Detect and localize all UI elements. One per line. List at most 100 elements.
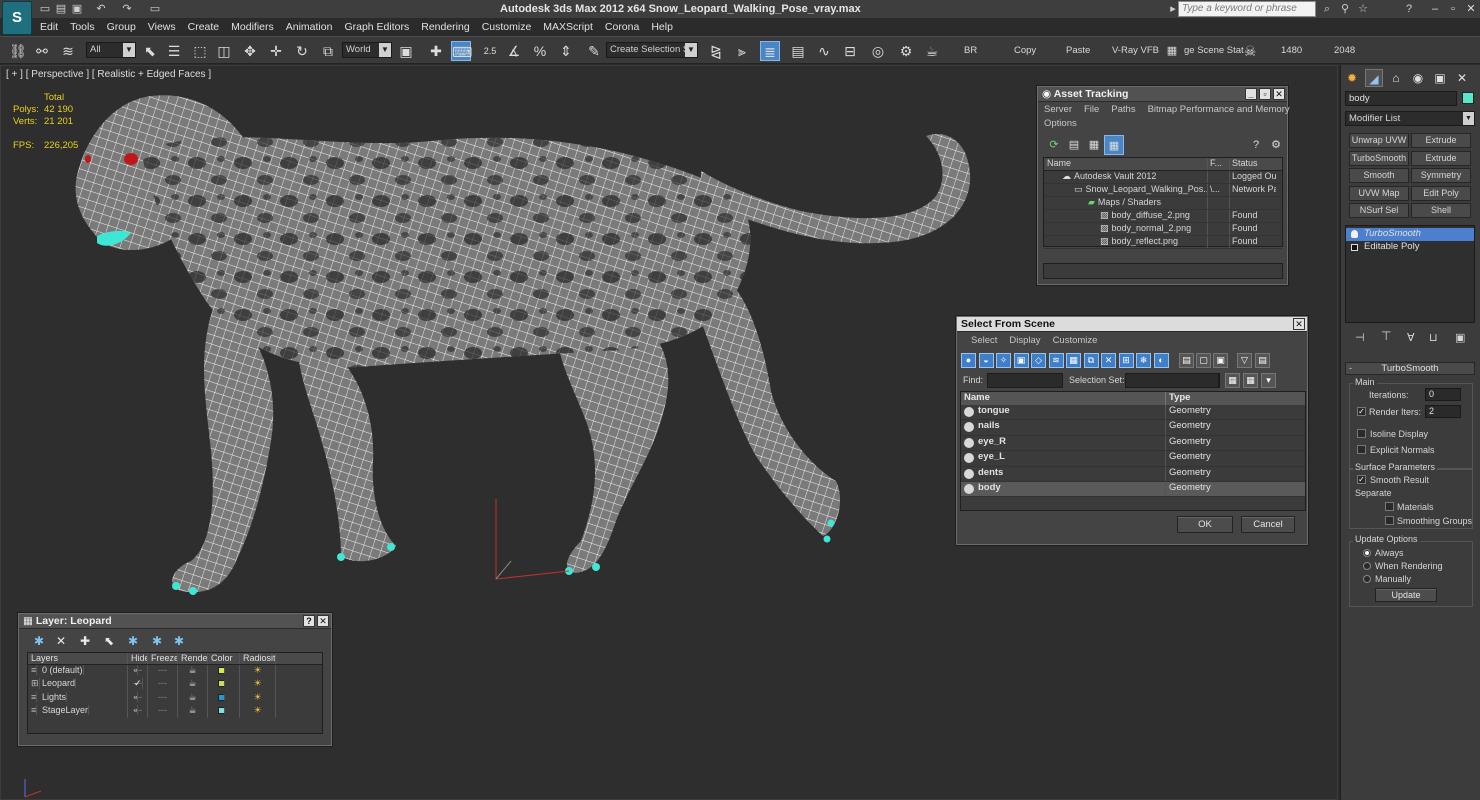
list-view-icon[interactable]: ▤: [1064, 135, 1084, 155]
app-logo[interactable]: S: [2, 1, 32, 35]
asset-row[interactable]: ▨ body_reflect.png Found: [1044, 236, 1282, 249]
bones-filter-icon[interactable]: ✕: [1101, 353, 1116, 368]
asset-row[interactable]: ▨ body_diffuse_2.png Found: [1044, 210, 1282, 223]
render-teapot-icon[interactable]: ☕: [178, 678, 208, 692]
close-icon[interactable]: ✕: [1464, 2, 1478, 16]
close-icon[interactable]: ✕: [1293, 318, 1305, 330]
menu-maxscript[interactable]: MAXScript: [537, 19, 599, 36]
current-layer-indicator[interactable]: ✓: [134, 678, 143, 690]
table-view-icon[interactable]: ▦: [1104, 135, 1124, 155]
col-hide[interactable]: Hide: [128, 653, 148, 664]
paste-button[interactable]: Paste: [1066, 45, 1090, 56]
explicit-normals-checkbox[interactable]: [1357, 445, 1366, 454]
hierarchy-tab-icon[interactable]: ⌂: [1387, 69, 1405, 87]
pivot-center-icon[interactable]: ▣: [396, 41, 416, 61]
modifier-button-nsurf-sel[interactable]: NSurf Sel: [1349, 203, 1409, 218]
select-by-name-icon[interactable]: ☰: [164, 41, 184, 61]
layer-row[interactable]: ≡ Lights ▫ --- --- ☕ ☀: [28, 691, 322, 705]
viewport-label[interactable]: [ + ] [ Perspective ] [ Realistic + Edge…: [6, 69, 211, 80]
modifier-list-dropdown[interactable]: Modifier List ▼: [1345, 111, 1475, 126]
filter-icon[interactable]: ▽: [1237, 353, 1252, 368]
render-setup-icon[interactable]: ⚙: [896, 41, 916, 61]
select-scale-icon[interactable]: ⧉: [318, 41, 338, 61]
scene-object-row[interactable]: eye_L Geometry: [961, 451, 1305, 467]
named-selection-set-dropdown[interactable]: Create Selection Se ▼: [606, 42, 698, 58]
at-menu-paths[interactable]: Paths: [1105, 104, 1141, 118]
containers-filter-icon[interactable]: ⊞: [1118, 353, 1134, 368]
isoline-display-checkbox[interactable]: [1357, 429, 1366, 438]
modifier-button-extrude[interactable]: Extrude: [1411, 133, 1471, 148]
render-width-button[interactable]: 1480: [1281, 45, 1302, 56]
at-menu-options[interactable]: Options: [1038, 118, 1083, 132]
open-file-icon[interactable]: ▤: [54, 2, 68, 16]
render-teapot-icon[interactable]: ☕: [178, 704, 208, 719]
select-move-arrows-icon[interactable]: ✛: [266, 41, 286, 61]
hidden-filter-icon[interactable]: ◐: [1153, 353, 1169, 368]
delete-layer-icon[interactable]: ✕: [53, 633, 69, 649]
stack-item-editable-poly[interactable]: Editable Poly: [1346, 241, 1474, 254]
close-icon[interactable]: ✕: [317, 615, 329, 627]
save-file-icon[interactable]: ▣: [70, 2, 84, 16]
select-from-scene-title-bar[interactable]: Select From Scene ✕: [957, 317, 1307, 332]
menu-graph-editors[interactable]: Graph Editors: [338, 19, 415, 36]
undo-icon[interactable]: ↶: [94, 2, 108, 16]
align-icon[interactable]: ⫸: [732, 41, 752, 61]
maximize-icon[interactable]: ▫: [1259, 88, 1271, 100]
current-layer-indicator[interactable]: ▫: [134, 691, 139, 702]
when-rendering-radio[interactable]: [1363, 562, 1371, 570]
radiosity-icon[interactable]: ☀: [240, 678, 276, 692]
select-from-scene-dialog[interactable]: Select From Scene ✕ Select Display Customi…: [956, 316, 1308, 545]
show-end-result-icon[interactable]: ⊤: [1381, 329, 1391, 343]
render-iters-checkbox[interactable]: ✓: [1357, 407, 1366, 416]
scene-object-row[interactable]: nails Geometry: [961, 420, 1305, 436]
modifier-button-smooth[interactable]: Smooth: [1349, 168, 1409, 183]
helpers-filter-icon[interactable]: ◇: [1031, 353, 1046, 368]
menu-customize[interactable]: Customize: [476, 19, 538, 36]
br-button[interactable]: BR: [964, 45, 977, 56]
radiosity-icon[interactable]: ☀: [240, 665, 276, 679]
manually-radio[interactable]: [1363, 575, 1371, 583]
select-move-icon[interactable]: ✥: [240, 41, 260, 61]
layer-color-cell[interactable]: [208, 704, 240, 719]
ok-button[interactable]: OK: [1177, 516, 1233, 533]
asset-tracking-title-bar[interactable]: ◉ Asset Tracking _ ▫ ✕: [1038, 87, 1287, 102]
col-freeze[interactable]: Freeze: [148, 653, 178, 664]
at-menu-file[interactable]: File: [1078, 104, 1105, 118]
bind-space-warp-icon[interactable]: ≋: [58, 41, 78, 61]
smooth-result-checkbox[interactable]: ✓: [1357, 475, 1366, 484]
update-button[interactable]: Update: [1375, 588, 1437, 602]
curve-editor-icon[interactable]: ∿: [814, 41, 834, 61]
cancel-button[interactable]: Cancel: [1241, 516, 1295, 533]
layer-row[interactable]: ≡ StageLayer ▫ --- --- ☕ ☀: [28, 704, 322, 719]
modify-tab-icon[interactable]: ◢: [1365, 69, 1383, 87]
graphite-ribbon-icon[interactable]: ▤: [788, 41, 808, 61]
minimize-icon[interactable]: –: [1428, 2, 1442, 16]
iterations-spinner[interactable]: 0: [1425, 388, 1461, 401]
help-icon[interactable]: ?: [1246, 135, 1266, 155]
col-render[interactable]: Render: [178, 653, 208, 664]
modifier-button-symmetry[interactable]: Symmetry: [1411, 168, 1471, 183]
menu-help[interactable]: Help: [645, 19, 679, 36]
layer-manager-dialog[interactable]: ▦ Layer: Leopard ? ✕ ✱ ✕ ✚ ⬉ ✱ ✱ ✱ Layer…: [18, 613, 332, 746]
maximize-icon[interactable]: ▫: [1446, 2, 1460, 16]
utilities-tab-icon[interactable]: ✕: [1453, 69, 1471, 87]
collapse-icon[interactable]: -: [1349, 363, 1352, 373]
layer-color-swatch[interactable]: [218, 667, 225, 674]
angle-snap-icon[interactable]: ∡: [504, 41, 524, 61]
percent-snap-icon[interactable]: %: [530, 41, 550, 61]
menu-tools[interactable]: Tools: [64, 19, 101, 36]
freeze-toggle[interactable]: ---: [148, 665, 178, 679]
smoothing-groups-checkbox[interactable]: [1385, 516, 1394, 525]
subscription-icon[interactable]: ⚲: [1338, 2, 1352, 16]
stack-item-turbosmooth[interactable]: TurboSmooth: [1346, 228, 1474, 241]
asset-row[interactable]: ▭ Snow_Leopard_Walking_Pos... \... Network …: [1044, 184, 1282, 197]
configure-sets-icon[interactable]: ▣: [1455, 331, 1465, 344]
expand-icon[interactable]: [1351, 244, 1358, 251]
modifier-button-shell[interactable]: Shell: [1411, 203, 1471, 218]
layer-row[interactable]: ⊞ Leopard ✓ --- --- ☕ ☀: [28, 678, 322, 692]
scene-state-icon[interactable]: ▦: [1162, 41, 1182, 61]
spacewarps-filter-icon[interactable]: ≋: [1048, 353, 1064, 368]
render-teapot-icon[interactable]: ☕: [922, 41, 942, 61]
menu-animation[interactable]: Animation: [280, 19, 339, 36]
col-radiosity[interactable]: Radiosity: [240, 653, 276, 664]
